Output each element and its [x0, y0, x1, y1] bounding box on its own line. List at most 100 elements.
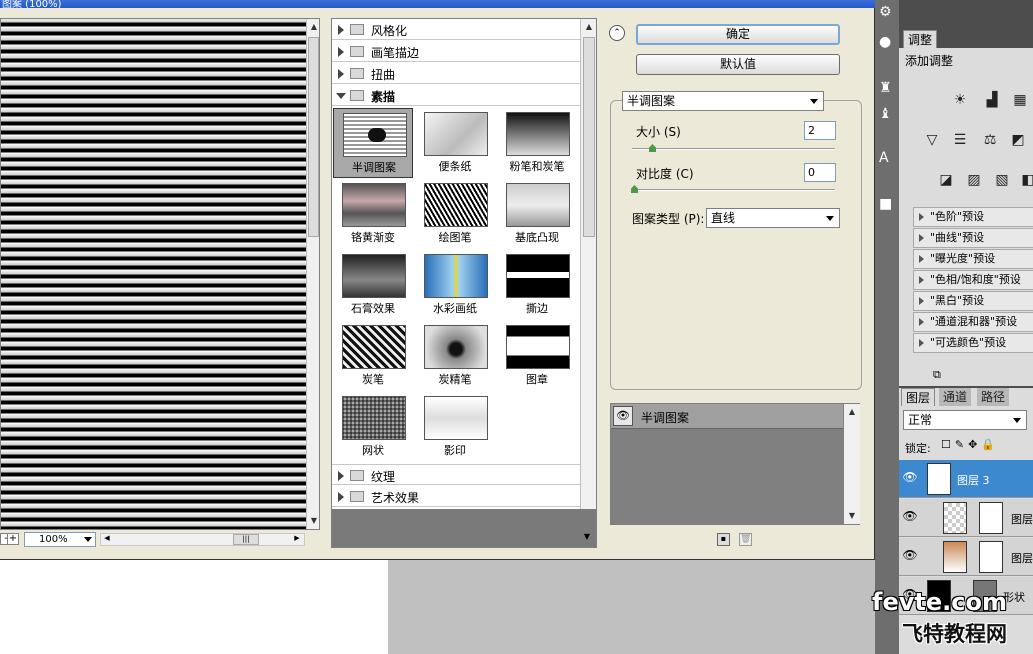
default-button[interactable]: 默认值 [636, 54, 840, 75]
circle-icon[interactable]: ● [879, 34, 891, 50]
filter-chrome[interactable]: 铬黄渐变 [333, 179, 413, 249]
filter-select-value: 半调图案 [627, 94, 676, 108]
invert-icon[interactable]: ◪ [935, 170, 957, 190]
filter-torn-edges[interactable]: 撕边 [497, 250, 577, 320]
category-texture[interactable]: 纹理 [332, 464, 580, 485]
square-icon[interactable]: ■ [879, 196, 892, 212]
eye-icon[interactable]: 👁 [901, 509, 919, 527]
text-icon[interactable]: A [879, 150, 889, 166]
tab-channels[interactable]: 通道 [939, 388, 972, 406]
filter-bas-relief[interactable]: 基底凸现 [497, 179, 577, 249]
scroll-up-icon[interactable]: ▲ [581, 19, 596, 35]
filter-label: 撕边 [526, 302, 548, 315]
preset-hue-saturation[interactable]: "色相/饱和度"预设 [913, 270, 1033, 290]
tab-layers[interactable]: 图层 [901, 388, 936, 406]
preset-exposure[interactable]: "曝光度"预设 [913, 249, 1033, 269]
scroll-up-icon[interactable]: ▲ [844, 404, 860, 420]
levels-icon[interactable]: ▟ [981, 90, 1003, 110]
zoom-bar: - + 100% ◀ ||| ▶ [0, 531, 320, 548]
filter-photocopy[interactable]: 影印 [415, 392, 495, 462]
filter-graphic-pen[interactable]: 绘图笔 [415, 179, 495, 249]
dialog-titlebar[interactable]: 图案 (100%) [0, 0, 875, 8]
filter-halftone-pattern[interactable]: 半调图案 [333, 108, 413, 178]
effect-layers-scrollbar[interactable]: ▲ ▼ [844, 404, 860, 524]
eye-icon[interactable]: 👁 [613, 406, 633, 426]
curves-icon[interactable]: ▦ [1009, 90, 1031, 110]
category-brush-strokes[interactable]: 画笔描边 [332, 41, 580, 62]
scroll-thumb[interactable] [308, 37, 319, 237]
scroll-down-icon[interactable]: ▼ [580, 532, 594, 546]
scroll-down-icon[interactable]: ▼ [844, 508, 860, 524]
zoom-in-button[interactable]: + [7, 533, 19, 545]
contrast-slider-track[interactable] [632, 189, 835, 191]
preset-levels[interactable]: "色阶"预设 [913, 207, 1033, 227]
gear-icon[interactable]: ⚙ [879, 4, 892, 20]
zoom-select[interactable]: 100% [24, 532, 96, 547]
selective-color-icon[interactable]: ▧ [991, 170, 1013, 190]
chevron-down-icon [1013, 418, 1021, 423]
layer-thumbnail [943, 502, 967, 534]
preview-pane[interactable]: ▲ ▼ [0, 18, 320, 530]
filter-note-paper[interactable]: 便条纸 [415, 108, 495, 178]
color-balance-icon[interactable]: ⚖ [979, 130, 1001, 150]
filter-label: 水彩画纸 [433, 302, 477, 315]
expand-view-icon[interactable]: ⧉ [933, 368, 941, 382]
layer-row-3[interactable]: 👁 图层 3 [899, 460, 1033, 498]
trash-icon[interactable]: 🗑 [739, 533, 752, 546]
gradient-map-icon[interactable]: ▨ [963, 170, 985, 190]
preset-channel-mixer[interactable]: "通道混和器"预设 [913, 312, 1033, 332]
black-white-icon[interactable]: ◩ [1007, 130, 1029, 150]
filter-select[interactable]: 半调图案 [622, 91, 824, 111]
preset-selective-color[interactable]: "可选颜色"预设 [913, 333, 1033, 353]
scroll-thumb[interactable]: ||| [233, 534, 259, 545]
tab-paths[interactable]: 路径 [977, 388, 1010, 406]
chevron-down-icon [810, 99, 818, 104]
tab-label: 调整 [908, 33, 933, 47]
layer-row[interactable]: 👁 图层 [899, 499, 1033, 537]
effect-layer-row[interactable]: 👁 半调图案 [611, 404, 843, 429]
size-slider-track[interactable] [632, 148, 835, 150]
filter-reticulation[interactable]: 网状 [333, 392, 413, 462]
filter-thumbnail [424, 112, 488, 156]
eye-icon[interactable]: 👁 [901, 548, 919, 566]
filter-conte-crayon[interactable]: 炭精笔 [415, 321, 495, 391]
hue-saturation-icon[interactable]: ☰ [949, 130, 971, 150]
new-effect-layer-icon[interactable]: ▪ [717, 533, 730, 546]
category-distort[interactable]: 扭曲 [332, 63, 580, 84]
blend-mode-select[interactable]: 正常 [903, 410, 1027, 430]
pattern-type-select[interactable]: 直线 [706, 208, 840, 228]
eye-icon[interactable]: 👁 [901, 470, 919, 488]
brightness-icon[interactable]: ☀ [949, 90, 971, 110]
category-sketch[interactable]: 素描 [332, 85, 580, 106]
tool-icon[interactable]: ♝ [879, 106, 892, 122]
layer-row[interactable]: 👁 图层 [899, 538, 1033, 576]
scroll-down-icon[interactable]: ▼ [306, 513, 319, 529]
tool-icon[interactable]: ♜ [879, 80, 892, 96]
tab-adjustments[interactable]: 调整 [903, 30, 938, 48]
scroll-thumb[interactable] [583, 37, 595, 237]
preset-black-white[interactable]: "黑白"预设 [913, 291, 1033, 311]
filter-thumbnail [424, 183, 488, 227]
filter-label: 炭笔 [362, 373, 384, 386]
category-stylize[interactable]: 风格化 [332, 19, 580, 40]
filter-stamp[interactable]: 图章 [497, 321, 577, 391]
ok-button[interactable]: 确定 [636, 24, 840, 45]
scroll-right-icon[interactable]: ▶ [291, 534, 303, 545]
preview-vertical-scrollbar[interactable]: ▲ ▼ [306, 19, 319, 529]
vibrance-icon[interactable]: ▽ [921, 130, 943, 150]
collapse-gallery-icon[interactable]: ⌃ [609, 25, 625, 41]
lock-icons[interactable]: ☐✎✥🔒 [941, 438, 999, 451]
filter-chalk-charcoal[interactable]: 粉笔和炭笔 [497, 108, 577, 178]
preview-horizontal-scrollbar[interactable]: ◀ ||| ▶ [100, 533, 305, 546]
filter-water-paper[interactable]: 水彩画纸 [415, 250, 495, 320]
scroll-left-icon[interactable]: ◀ [101, 534, 113, 545]
category-artistic[interactable]: 艺术效果 [332, 486, 580, 507]
scroll-up-icon[interactable]: ▲ [306, 19, 319, 35]
filter-charcoal[interactable]: 炭笔 [333, 321, 413, 391]
size-input[interactable]: 2 [804, 121, 836, 140]
threshold-icon[interactable]: ◧ [1017, 170, 1033, 190]
category-scrollbar[interactable]: ▲ [580, 19, 596, 509]
contrast-input[interactable]: 0 [804, 163, 836, 182]
filter-plaster[interactable]: 石膏效果 [333, 250, 413, 320]
preset-curves[interactable]: "曲线"预设 [913, 228, 1033, 248]
